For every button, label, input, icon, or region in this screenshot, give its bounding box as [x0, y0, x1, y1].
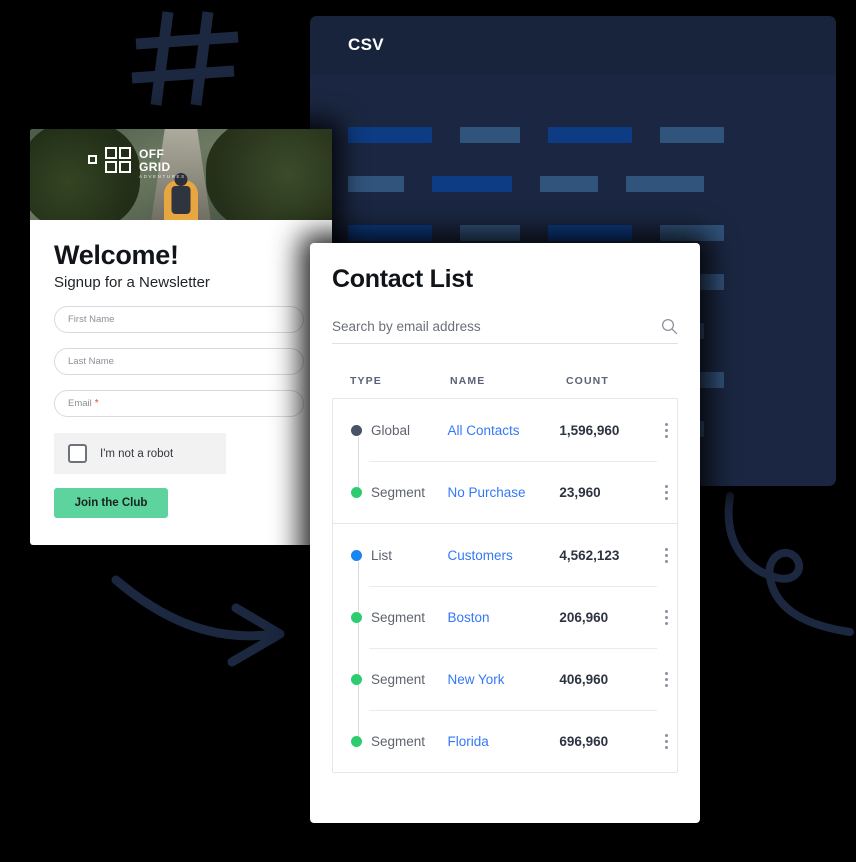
csv-placeholder-row	[348, 110, 836, 159]
csv-placeholder-bar	[660, 126, 724, 143]
hiker-backpack	[171, 186, 191, 214]
curved-arrow-icon	[111, 575, 285, 667]
row-menu-icon[interactable]	[656, 733, 677, 749]
search-input[interactable]	[332, 319, 632, 334]
first-name-placeholder: First Name	[68, 314, 115, 325]
csv-placeholder-bar	[626, 175, 704, 192]
segment-dot-icon	[351, 611, 362, 623]
contact-table: Global All Contacts 1,596,960 Segment No Pur…	[332, 398, 678, 773]
cell-type: Global	[351, 423, 447, 438]
table-row[interactable]: Segment Boston 206,960	[333, 586, 677, 648]
page-subtitle: Signup for a Newsletter	[54, 274, 210, 291]
email-field[interactable]: Email *	[54, 390, 304, 417]
type-label: Segment	[371, 609, 426, 625]
brand-logo: OFF GRID ADVENTURES	[88, 147, 186, 180]
row-menu-icon[interactable]	[656, 484, 677, 500]
screenshot-canvas: CSV OFF GRID ADVENTURES Welcome! Signup …	[0, 0, 856, 862]
contact-name-link[interactable]: Florida	[447, 734, 559, 749]
cell-type: List	[351, 548, 447, 563]
contact-count: 1,596,960	[559, 422, 620, 438]
logo-line-1: OFF	[139, 147, 165, 161]
foliage-right	[206, 129, 332, 220]
csv-placeholder-row	[348, 159, 836, 208]
table-row[interactable]: Global All Contacts 1,596,960	[333, 399, 677, 461]
contact-count: 206,960	[559, 609, 609, 625]
contact-name-link[interactable]: All Contacts	[447, 423, 559, 438]
contact-list-card: Contact List TYPE NAME COUNT Global All C…	[310, 243, 700, 823]
segment-dot-icon	[351, 673, 362, 685]
type-label: List	[371, 547, 393, 563]
segment-dot-icon	[351, 486, 362, 498]
captcha-label: I'm not a robot	[100, 447, 174, 460]
last-name-placeholder: Last Name	[68, 356, 114, 367]
logo-line-2: GRID	[139, 160, 171, 174]
type-label: Global	[371, 422, 411, 438]
cell-type: Segment	[351, 485, 447, 500]
contact-name-link[interactable]: No Purchase	[447, 485, 559, 500]
captcha-checkbox[interactable]	[68, 444, 87, 463]
search-icon[interactable]	[661, 318, 678, 335]
logo-square-icon	[88, 155, 97, 164]
hash-icon	[131, 11, 239, 106]
csv-title: CSV	[348, 35, 384, 54]
logo-grid-icon	[105, 147, 131, 173]
csv-panel-header: CSV	[310, 16, 836, 74]
row-menu-icon[interactable]	[656, 671, 677, 687]
table-row[interactable]: Segment Florida 696,960	[333, 710, 677, 772]
csv-placeholder-bar	[660, 224, 724, 241]
csv-placeholder-bar	[348, 126, 432, 143]
column-header-name: NAME	[450, 375, 486, 387]
page-title: Welcome!	[54, 240, 179, 270]
csv-placeholder-bar	[348, 224, 432, 241]
first-name-field[interactable]: First Name	[54, 306, 304, 333]
row-menu-icon[interactable]	[656, 547, 677, 563]
segment-dot-icon	[351, 735, 362, 747]
contact-count: 696,960	[559, 733, 609, 749]
contact-name-link[interactable]: New York	[447, 672, 559, 687]
csv-placeholder-bar	[348, 175, 404, 192]
row-menu-icon[interactable]	[656, 609, 677, 625]
logo-subtitle: ADVENTURES	[139, 174, 186, 179]
csv-placeholder-bar	[432, 175, 512, 192]
type-label: Segment	[371, 484, 426, 500]
csv-placeholder-bar	[460, 224, 520, 241]
table-row[interactable]: Segment New York 406,960	[333, 648, 677, 710]
required-marker: *	[94, 398, 99, 409]
join-the-club-button[interactable]: Join the Club	[54, 488, 168, 518]
column-header-count: COUNT	[566, 375, 609, 387]
table-header-row: TYPE NAME COUNT	[332, 375, 678, 398]
trend-loop-icon	[724, 492, 854, 636]
contact-count: 4,562,123	[559, 547, 620, 563]
row-menu-icon[interactable]	[656, 422, 677, 438]
search-row	[332, 318, 678, 344]
table-row[interactable]: List Customers 4,562,123	[333, 524, 677, 586]
newsletter-signup-card: OFF GRID ADVENTURES Welcome! Signup for …	[30, 129, 332, 545]
table-group: List Customers 4,562,123 Segment Boston 206,9…	[333, 523, 677, 772]
csv-placeholder-bar	[540, 175, 598, 192]
cell-type: Segment	[351, 610, 447, 625]
contact-count: 406,960	[559, 671, 609, 687]
cell-type: Segment	[351, 734, 447, 749]
type-label: Segment	[371, 671, 426, 687]
csv-placeholder-bar	[460, 126, 520, 143]
column-header-type: TYPE	[350, 375, 382, 387]
csv-placeholder-bar	[548, 126, 632, 143]
logo-wordmark: OFF GRID ADVENTURES	[139, 147, 186, 180]
cell-type: Segment	[351, 672, 447, 687]
list-dot-icon	[351, 549, 362, 561]
contact-name-link[interactable]: Boston	[447, 610, 559, 625]
email-placeholder: Email	[68, 398, 92, 409]
contact-name-link[interactable]: Customers	[447, 548, 559, 563]
csv-placeholder-bar	[548, 224, 632, 241]
contact-count: 23,960	[559, 484, 601, 500]
contact-list-title: Contact List	[332, 265, 473, 293]
type-label: Segment	[371, 733, 426, 749]
last-name-field[interactable]: Last Name	[54, 348, 304, 375]
hero-image: OFF GRID ADVENTURES	[30, 129, 332, 220]
global-dot-icon	[351, 424, 362, 436]
table-group: Global All Contacts 1,596,960 Segment No Pur…	[333, 399, 677, 523]
signup-form: Welcome! Signup for a Newsletter First N…	[30, 220, 332, 518]
captcha-widget[interactable]: I'm not a robot	[54, 433, 226, 474]
table-row[interactable]: Segment No Purchase 23,960	[333, 461, 677, 523]
